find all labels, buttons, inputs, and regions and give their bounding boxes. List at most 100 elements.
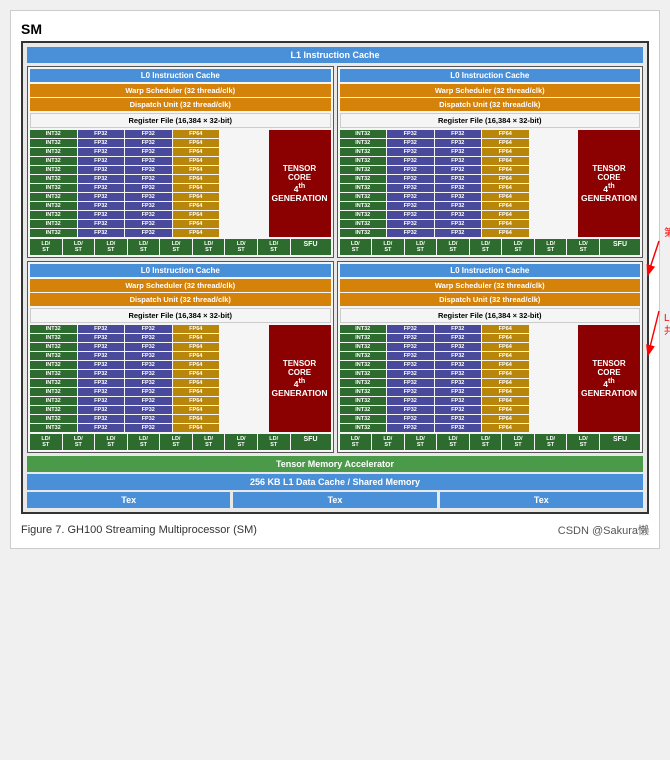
reg-row: INT32 FP32 FP32 FP64 <box>30 211 267 219</box>
sm-wrapper: L1 Instruction Cache L0 Instruction Cach… <box>21 41 649 514</box>
svg-text:L1数据cache与: L1数据cache与 <box>664 311 670 324</box>
sfu-row-q4: LD/ST LD/ST LD/ST LD/ST LD/ST LD/ST LD/S… <box>340 434 641 450</box>
reg-row: INT32 FP32 FP32 FP64 <box>30 193 267 201</box>
cell-fp64: FP64 <box>173 130 220 138</box>
ld-st-cell: LD/ST <box>160 239 192 255</box>
ld-st-cell: LD/ST <box>567 239 599 255</box>
ld-st-cell: LD/ST <box>567 434 599 450</box>
ld-st-cell: LD/ST <box>405 239 437 255</box>
tensor-core-gen-q4: 4th GENERATION <box>580 377 638 399</box>
reg-row: INT32 FP32 FP32 FP64 <box>340 424 577 432</box>
ld-st-cell: LD/ST <box>340 434 372 450</box>
sfu-row-q1: LD/ST LD/ST LD/ST LD/ST LD/ST LD/ST LD/S… <box>30 239 331 255</box>
quadrant-bottom-right: L0 Instruction Cache Warp Scheduler (32 … <box>337 261 644 453</box>
reg-row: INT32 FP32 FP32 FP64 <box>340 193 577 201</box>
reg-cols-q1: INT32 FP32 FP32 FP64 INT32 FP32 FP32 FP6… <box>30 130 267 237</box>
sfu-row-q2: LD/ST LD/ST LD/ST LD/ST LD/ST LD/ST LD/S… <box>340 239 641 255</box>
ld-st-cell: LD/ST <box>225 434 257 450</box>
ld-st-cell: LD/ST <box>470 434 502 450</box>
ld-st-cell: LD/ST <box>128 239 160 255</box>
sfu-box-q1: SFU <box>291 239 331 255</box>
reg-row: INT32 FP32 FP32 FP64 <box>340 406 577 414</box>
reg-row: INT32 FP32 FP32 FP64 <box>30 406 267 414</box>
reg-row: INT32 FP32 FP32 FP64 <box>340 388 577 396</box>
reg-row: INT32 FP32 FP32 FP64 <box>30 388 267 396</box>
reg-row: INT32 FP32 FP32 FP64 <box>340 202 577 210</box>
reg-row: INT32 FP32 FP32 FP64 <box>340 211 577 219</box>
tensor-core-title-q3: TENSOR CORE <box>271 359 329 377</box>
dispatch-unit-q3: Dispatch Unit (32 thread/clk) <box>30 293 331 306</box>
reg-row: INT32 FP32 FP32 FP64 <box>340 220 577 228</box>
warp-scheduler-q4: Warp Scheduler (32 thread/clk) <box>340 279 641 292</box>
core-area-q1: INT32 FP32 FP32 FP64 INT32 FP32 FP32 FP6… <box>30 130 331 237</box>
l0-cache-q1: L0 Instruction Cache <box>30 69 331 82</box>
reg-row: INT32 FP32 FP32 FP64 <box>340 157 577 165</box>
warp-scheduler-q3: Warp Scheduler (32 thread/clk) <box>30 279 331 292</box>
warp-scheduler-q2: Warp Scheduler (32 thread/clk) <box>340 84 641 97</box>
ld-st-cell: LD/ST <box>30 434 62 450</box>
reg-row: INT32 FP32 FP32 FP64 <box>30 370 267 378</box>
sm-diagram: L1 Instruction Cache L0 Instruction Cach… <box>21 41 649 514</box>
ld-st-cell: LD/ST <box>372 434 404 450</box>
quadrant-top-right: L0 Instruction Cache Warp Scheduler (32 … <box>337 66 644 258</box>
reg-row: INT32 FP32 FP32 FP64 <box>340 184 577 192</box>
reg-cols-q3: INT32 FP32 FP32 FP64 INT32 FP32 FP32 FP6… <box>30 325 267 432</box>
l0-cache-q2: L0 Instruction Cache <box>340 69 641 82</box>
reg-row: INT32 FP32 FP32 FP64 <box>30 148 267 156</box>
reg-row: INT32 FP32 FP32 FP64 <box>30 157 267 165</box>
ld-st-cell: LD/ST <box>502 434 534 450</box>
reg-row: INT32 FP32 FP32 FP64 <box>30 139 267 147</box>
ld-st-cell: LD/ST <box>258 239 290 255</box>
reg-row: INT32 FP32 FP32 FP64 <box>340 370 577 378</box>
reg-row: INT32 FP32 FP32 FP64 <box>30 220 267 228</box>
register-file-q4: Register File (16,384 × 32-bit) <box>340 308 641 323</box>
reg-row: INT32 FP32 FP32 FP64 <box>30 334 267 342</box>
quadrant-top-left: L0 Instruction Cache Warp Scheduler (32 … <box>27 66 334 258</box>
ld-st-cell: LD/ST <box>193 239 225 255</box>
tensor-core-gen-q3: 4th GENERATION <box>271 377 329 399</box>
ld-st-cell: LD/ST <box>95 239 127 255</box>
annotations-svg: 第四代张量核心 L1数据cache与 共享内存结合 <box>649 41 670 514</box>
csdn-label: CSDN @Sakura懒 <box>558 522 649 538</box>
sm-title: SM <box>21 21 649 37</box>
cell-int32: INT32 <box>30 130 77 138</box>
ld-st-cell: LD/ST <box>63 434 95 450</box>
reg-row: INT32 FP32 FP32 FP64 <box>340 166 577 174</box>
reg-row: INT32 FP32 FP32 FP64 <box>30 397 267 405</box>
svg-text:第四代张量核心: 第四代张量核心 <box>664 226 670 239</box>
ld-st-cell: LD/ST <box>258 434 290 450</box>
tensor-core-title-q1: TENSOR CORE <box>271 164 329 182</box>
tensor-core-gen-q1: 4th GENERATION <box>271 182 329 204</box>
quadrant-bottom-left: L0 Instruction Cache Warp Scheduler (32 … <box>27 261 334 453</box>
tensor-core-title-q2: TENSOR CORE <box>580 164 638 182</box>
reg-row: INT32 FP32 FP32 FP64 <box>30 184 267 192</box>
l1-instruction-cache: L1 Instruction Cache <box>27 47 643 63</box>
l0-cache-q3: L0 Instruction Cache <box>30 264 331 277</box>
page-container: SM L1 Instruction Cache L0 Instruction C… <box>10 10 660 549</box>
ld-st-cell: LD/ST <box>30 239 62 255</box>
ld-st-cell: LD/ST <box>372 239 404 255</box>
reg-row: INT32 FP32 FP32 FP64 <box>30 325 267 333</box>
reg-row: INT32 FP32 FP32 FP64 <box>340 415 577 423</box>
reg-row: INT32 FP32 FP32 FP64 <box>30 343 267 351</box>
ld-st-cell: LD/ST <box>95 434 127 450</box>
reg-row: INT32 FP32 FP32 FP64 <box>340 175 577 183</box>
dispatch-unit-q1: Dispatch Unit (32 thread/clk) <box>30 98 331 111</box>
reg-row: INT32 FP32 FP32 FP64 <box>30 130 267 138</box>
ld-st-cell: LD/ST <box>437 239 469 255</box>
tensor-core-q1: TENSOR CORE 4th GENERATION <box>269 130 331 237</box>
reg-row: INT32 FP32 FP32 FP64 <box>30 424 267 432</box>
tensor-core-q3: TENSOR CORE 4th GENERATION <box>269 325 331 432</box>
ld-st-cell: LD/ST <box>535 434 567 450</box>
ld-st-cell: LD/ST <box>340 239 372 255</box>
l1-data-cache: 256 KB L1 Data Cache / Shared Memory <box>27 474 643 490</box>
svg-text:共享内存结合: 共享内存结合 <box>664 324 670 337</box>
reg-cols-q4: INT32 FP32 FP32 FP64 INT32 FP32 FP32 FP6… <box>340 325 577 432</box>
reg-row: INT32 FP32 FP32 FP64 <box>340 352 577 360</box>
reg-row: INT32 FP32 FP32 FP64 <box>30 166 267 174</box>
core-area-q4: INT32 FP32 FP32 FP64 INT32 FP32 FP32 FP6… <box>340 325 641 432</box>
reg-row: INT32 FP32 FP32 FP64 <box>30 352 267 360</box>
ld-st-cell: LD/ST <box>63 239 95 255</box>
l0-cache-q4: L0 Instruction Cache <box>340 264 641 277</box>
reg-row: INT32 FP32 FP32 FP64 <box>30 175 267 183</box>
